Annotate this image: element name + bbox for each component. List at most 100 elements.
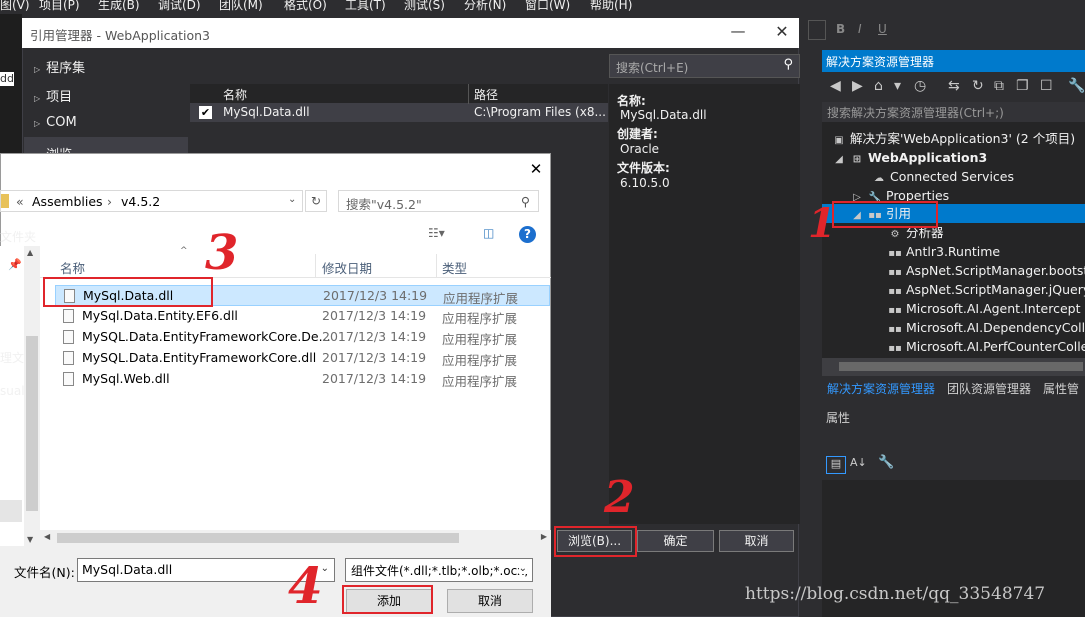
preview-pane-icon[interactable]: ◫ bbox=[483, 226, 494, 240]
chevron-down-icon[interactable]: ⌄ bbox=[518, 563, 527, 574]
column-type[interactable]: 类型 bbox=[442, 258, 467, 277]
copy-icon[interactable]: ❐ bbox=[1016, 78, 1029, 94]
annotation-box-add bbox=[342, 585, 433, 614]
nav-assemblies[interactable]: ▷ 程序集 bbox=[24, 50, 188, 78]
reference-row-path: C:\Program Files (x8... bbox=[474, 105, 606, 119]
underline-icon[interactable]: U bbox=[878, 22, 887, 36]
collapse-icon[interactable]: ⧉ bbox=[994, 78, 1004, 94]
nav-pane-scroll-thumb[interactable] bbox=[26, 336, 38, 511]
column-divider bbox=[468, 84, 469, 104]
address-bar[interactable]: « Assemblies › v4.5.2 ⌄ bbox=[0, 190, 303, 212]
nav-selected-item[interactable] bbox=[0, 500, 22, 522]
ok-button[interactable]: 确定 bbox=[637, 530, 714, 552]
tab-properties[interactable]: 属性管 bbox=[1043, 380, 1079, 397]
menu-test[interactable]: 测试(S) bbox=[404, 0, 445, 13]
show-all-icon[interactable]: ☐ bbox=[1040, 78, 1053, 94]
scroll-left-icon[interactable]: ◀ bbox=[44, 532, 50, 541]
file-row[interactable]: MySQL.Data.EntityFrameworkCore.De... 201… bbox=[55, 327, 550, 348]
solution-explorer-search[interactable]: 搜索解决方案资源管理器(Ctrl+;) bbox=[822, 102, 1085, 122]
reference-search-input[interactable]: 搜索(Ctrl+E) ⚲ bbox=[609, 54, 800, 78]
refresh-icon[interactable]: ↻ bbox=[972, 78, 984, 94]
column-date[interactable]: 修改日期 bbox=[322, 258, 372, 277]
tree-ref-item[interactable]: ▪▪ Microsoft.AI.PerfCounterColle bbox=[888, 337, 1085, 356]
file-row[interactable]: MySql.Web.dll 2017/12/3 14:19 应用程序扩展 bbox=[55, 369, 550, 390]
file-row[interactable]: MySql.Data.Entity.EF6.dll 2017/12/3 14:1… bbox=[55, 306, 550, 327]
categorized-icon[interactable]: ▤ bbox=[826, 456, 846, 474]
minimize-icon[interactable]: — bbox=[728, 22, 748, 42]
sync-icon[interactable]: ⇆ bbox=[948, 78, 960, 94]
solution-view-icon[interactable]: ▾ bbox=[894, 78, 901, 94]
refresh-icon[interactable]: ↻ bbox=[305, 190, 327, 212]
tree-ref-item[interactable]: ▪▪ Microsoft.AI.Agent.Intercept bbox=[888, 299, 1080, 318]
scroll-down-icon[interactable]: ▼ bbox=[27, 535, 33, 544]
search-icon[interactable]: ⚲ bbox=[521, 194, 530, 209]
scroll-right-icon[interactable]: ▶ bbox=[541, 532, 547, 541]
breadcrumb-version[interactable]: v4.5.2 bbox=[121, 194, 160, 209]
tree-ref-item[interactable]: ▪▪ Antlr3.Runtime bbox=[888, 242, 1000, 261]
pin-icon[interactable]: 📌 bbox=[8, 258, 22, 271]
menu-window[interactable]: 窗口(W) bbox=[525, 0, 570, 13]
scroll-up-icon[interactable]: ▲ bbox=[27, 248, 33, 257]
close-icon[interactable]: ✕ bbox=[772, 22, 792, 42]
breadcrumb-assemblies[interactable]: Assemblies bbox=[32, 194, 103, 209]
file-cancel-button[interactable]: 取消 bbox=[447, 589, 533, 613]
file-dialog-toolbar: 文件夹 ☷▾ ◫ ? bbox=[0, 224, 551, 246]
annotation-number-1: 1 bbox=[808, 200, 836, 247]
detail-name-label: 名称: bbox=[617, 94, 646, 108]
home-icon[interactable]: ⌂ bbox=[874, 78, 883, 94]
menu-help[interactable]: 帮助(H) bbox=[590, 0, 632, 13]
menu-analyze[interactable]: 分析(N) bbox=[464, 0, 506, 13]
breadcrumb-separator-icon: › bbox=[107, 194, 112, 209]
tree-ref-item[interactable]: ▪▪ AspNet.ScriptManager.bootstr bbox=[888, 261, 1085, 280]
chevron-down-icon[interactable]: ⌄ bbox=[288, 194, 296, 205]
nav-com[interactable]: ▷ COM bbox=[24, 108, 188, 136]
tree-connected-services[interactable]: ☁ Connected Services bbox=[872, 167, 1014, 186]
folder-icon bbox=[1, 194, 9, 208]
column-name[interactable]: 名称 bbox=[223, 86, 247, 103]
file-list-hscroll-thumb[interactable] bbox=[57, 533, 459, 543]
file-type-filter[interactable]: 组件文件(*.dll;*.tlb;*.olb;*.ocx; ⌄ bbox=[345, 558, 533, 582]
menu-team[interactable]: 团队(M) bbox=[219, 0, 263, 13]
assembly-icon: ▪▪ bbox=[888, 343, 902, 354]
file-search-input[interactable]: 搜索"v4.5.2" ⚲ bbox=[338, 190, 539, 212]
search-icon[interactable]: ⚲ bbox=[783, 57, 793, 72]
wrench-icon[interactable]: 🔧 bbox=[1068, 78, 1085, 94]
menu-debug[interactable]: 调试(D) bbox=[158, 0, 201, 13]
menu-build[interactable]: 生成(B) bbox=[98, 0, 140, 13]
back-icon[interactable]: ◀ bbox=[830, 78, 841, 94]
menu-format[interactable]: 格式(O) bbox=[284, 0, 327, 13]
reference-row[interactable]: MySql.Data.dll C:\Program Files (x8... bbox=[190, 104, 608, 122]
column-path[interactable]: 路径 bbox=[474, 86, 498, 103]
dll-file-icon bbox=[63, 309, 74, 323]
tree-ref-item[interactable]: ▪▪ AspNet.ScriptManager.jQuery bbox=[888, 280, 1085, 299]
tab-team-explorer[interactable]: 团队资源管理器 bbox=[947, 380, 1031, 397]
solution-explorer-title: 解决方案资源管理器 bbox=[822, 50, 1085, 72]
forward-icon[interactable]: ▶ bbox=[852, 78, 863, 94]
alphabetical-icon[interactable]: A↓ bbox=[850, 456, 867, 469]
help-icon[interactable]: ? bbox=[519, 226, 536, 243]
bold-icon[interactable]: B bbox=[836, 22, 845, 36]
close-icon[interactable]: ✕ bbox=[527, 160, 545, 178]
file-row[interactable]: MySQL.Data.EntityFrameworkCore.dll 2017/… bbox=[55, 348, 550, 369]
view-options-icon[interactable]: ☷▾ bbox=[428, 226, 445, 240]
menu-project[interactable]: 项目(P) bbox=[39, 0, 80, 13]
tab-solution-explorer[interactable]: 解决方案资源管理器 bbox=[827, 380, 935, 397]
tree-project[interactable]: ◢ ⊞ WebApplication3 bbox=[832, 148, 987, 167]
pending-changes-icon[interactable]: ◷ bbox=[914, 78, 926, 94]
tree-solution[interactable]: ▣ 解决方案'WebApplication3' (2 个项目) bbox=[832, 129, 1075, 148]
menu-view[interactable]: 图(V) bbox=[0, 0, 30, 13]
solution-tree-hscroll-thumb[interactable] bbox=[839, 362, 1083, 371]
cancel-button[interactable]: 取消 bbox=[719, 530, 794, 552]
italic-icon[interactable]: I bbox=[858, 22, 862, 36]
dll-file-icon bbox=[63, 351, 74, 365]
column-name[interactable]: 名称 bbox=[60, 258, 85, 277]
toolbar-dropdown[interactable] bbox=[808, 20, 826, 40]
property-pages-icon[interactable]: 🔧 bbox=[878, 455, 894, 470]
menu-tools[interactable]: 工具(T) bbox=[345, 0, 386, 13]
breadcrumb-overflow-icon[interactable]: « bbox=[16, 194, 24, 209]
annotation-number-2: 2 bbox=[604, 472, 635, 523]
tree-ref-item[interactable]: ▪▪ Microsoft.AI.DependencyColle bbox=[888, 318, 1085, 337]
annotation-box-browse bbox=[554, 526, 637, 557]
nav-projects[interactable]: ▷ 项目 bbox=[24, 79, 188, 107]
reference-checkbox[interactable]: ✔ bbox=[199, 106, 212, 119]
